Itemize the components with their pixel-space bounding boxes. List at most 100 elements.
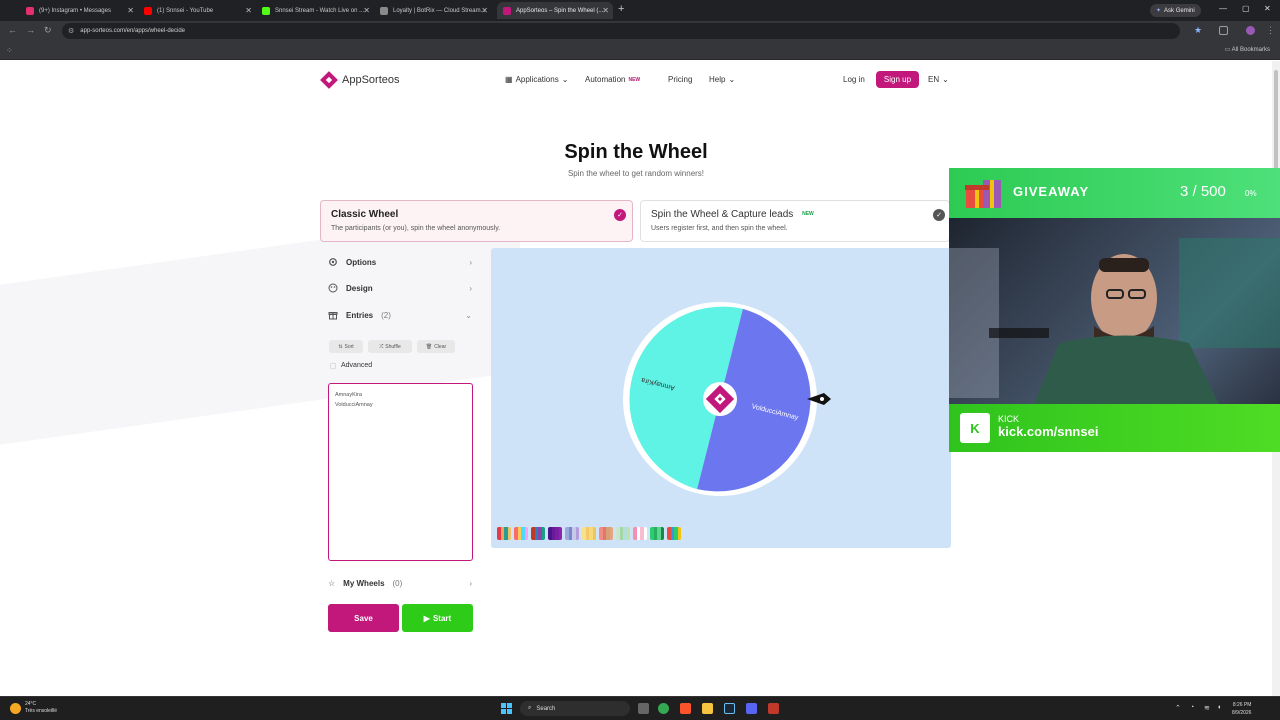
nav-automation[interactable]: Automation NEW (585, 75, 640, 84)
palette-swatch[interactable] (582, 527, 596, 540)
wheel-svg[interactable]: AmnayKira VolducciAmnay (491, 248, 951, 548)
card-title-row: Spin the Wheel & Capture leads NEW (651, 209, 939, 220)
ask-gemini-button[interactable]: ✦ Ask Gemini (1150, 4, 1201, 17)
maximize-icon[interactable]: ▢ (1242, 4, 1250, 13)
giveaway-count: 3 / 500 (1180, 183, 1226, 200)
task-view-icon[interactable] (638, 703, 649, 714)
obs-icon[interactable] (768, 703, 779, 714)
language-label: EN (928, 75, 940, 84)
gear-icon (329, 258, 337, 266)
url-bar[interactable]: ⚙ app-sorteos.com/en/apps/wheel-decide (62, 23, 1180, 39)
close-window-icon[interactable]: ✕ (1264, 4, 1271, 13)
clock[interactable]: 8:26 PM 8/9/2026 (1232, 701, 1251, 717)
signup-button[interactable]: Sign up (876, 71, 919, 88)
new-tab-button[interactable]: + (618, 3, 624, 15)
reload-icon[interactable]: ↻ (44, 25, 52, 36)
swatch-color (541, 527, 545, 540)
browser-tab-botrix[interactable]: Loyalty | BotRix — Cloud Stream... ✕ (374, 2, 492, 19)
tab-label: Loyalty | BotRix — Cloud Stream... (393, 7, 486, 14)
my-wheels-section[interactable]: ☆ My Wheels (0) › (328, 572, 476, 594)
bookmarks-bar: ⁘ ▭ All Bookmarks (0, 41, 1280, 60)
palette-swatch[interactable] (514, 527, 528, 540)
wifi-icon[interactable]: ≋ (1204, 704, 1210, 712)
sort-button[interactable]: ⇅ Sort (329, 340, 363, 353)
classic-wheel-card[interactable]: Classic Wheel The participants (or you),… (320, 200, 633, 242)
tab-label: Snnsei Stream - Watch Live on ... (275, 7, 365, 14)
kick-icon (262, 6, 270, 15)
shuffle-icon: ⤮ (379, 343, 384, 350)
bookmark-star-icon[interactable]: ★ (1194, 25, 1202, 36)
swatch-color (524, 527, 528, 540)
close-tab-icon[interactable]: ✕ (127, 6, 134, 15)
nav-pricing[interactable]: Pricing (668, 75, 692, 84)
taskbar-search[interactable]: ⌕ Search (520, 701, 630, 716)
capture-leads-card[interactable]: Spin the Wheel & Capture leads NEW Users… (640, 200, 950, 242)
card-title: Classic Wheel (331, 209, 399, 220)
brave-icon[interactable] (680, 703, 691, 714)
windows-start-icon[interactable] (501, 703, 512, 714)
nav-help-label: Help (709, 75, 726, 84)
palette-swatch[interactable] (497, 527, 511, 540)
advanced-checkbox[interactable] (330, 362, 336, 369)
options-section[interactable]: Options › (328, 251, 476, 273)
close-tab-icon[interactable]: ✕ (363, 6, 370, 15)
palette-swatch[interactable] (531, 527, 545, 540)
entries-section[interactable]: Entries (2) ⌄ (328, 304, 476, 326)
browser-tab-kick[interactable]: Snnsei Stream - Watch Live on ... ✕ (256, 2, 374, 19)
login-link[interactable]: Log in (843, 75, 865, 84)
advanced-toggle[interactable]: Advanced (330, 362, 372, 369)
swatch-color (575, 527, 579, 540)
minimize-icon[interactable]: — (1219, 4, 1227, 13)
palette-swatch[interactable] (599, 527, 613, 540)
shuffle-button[interactable]: ⤮ Shuffle (368, 340, 412, 353)
steam-icon[interactable] (724, 703, 735, 714)
clear-label: Clear (434, 343, 447, 350)
entries-textarea[interactable]: AmnayKira VolducciAmnay (328, 383, 473, 561)
palette-swatch[interactable] (565, 527, 579, 540)
instagram-icon (26, 6, 34, 15)
apps-grid-icon[interactable]: ⁘ (6, 46, 13, 55)
chrome-icon[interactable] (658, 703, 669, 714)
clear-button[interactable]: 🗑 Clear (417, 340, 455, 353)
all-bookmarks-button[interactable]: ▭ All Bookmarks (1225, 46, 1270, 53)
network-icon[interactable]: ◔ (1190, 704, 1194, 711)
browser-tab-youtube[interactable]: (1) Snnsei - YouTube ✕ (138, 2, 256, 19)
file-explorer-icon[interactable] (702, 703, 713, 714)
palette-swatch[interactable] (633, 527, 647, 540)
tray-chevron-icon[interactable]: ⌃ (1175, 704, 1181, 712)
palette-swatch[interactable] (548, 527, 562, 540)
palette-swatch[interactable] (616, 527, 630, 540)
advanced-label: Advanced (341, 362, 373, 369)
close-tab-icon[interactable]: ✕ (602, 6, 609, 15)
browser-tab-appsorteos[interactable]: AppSorteos – Spin the Wheel (... ✕ (497, 2, 613, 19)
giveaway-percent: 0% (1245, 189, 1257, 198)
extensions-icon[interactable] (1219, 26, 1228, 35)
back-icon[interactable]: ← (8, 25, 17, 35)
ask-gemini-label: Ask Gemini (1164, 7, 1195, 14)
clock-date: 8/9/2026 (1232, 710, 1252, 716)
my-wheels-label: My Wheels (343, 578, 385, 588)
design-section[interactable]: Design › (328, 277, 476, 299)
start-button[interactable]: ▶ Start (402, 604, 473, 632)
close-tab-icon[interactable]: ✕ (481, 6, 488, 15)
nav-applications[interactable]: ▦ Applications ⌄ (505, 75, 568, 84)
palette-swatch[interactable] (650, 527, 664, 540)
palette-swatch[interactable] (667, 527, 681, 540)
star-icon: ☆ (328, 578, 336, 588)
menu-icon[interactable]: ⋮ (1266, 25, 1275, 36)
site-logo[interactable]: AppSorteos (320, 71, 399, 89)
weather-widget[interactable]: 24°C Très ensoleillé (10, 701, 57, 715)
site-info-icon[interactable]: ⚙ (68, 27, 74, 35)
close-tab-icon[interactable]: ✕ (245, 6, 252, 15)
profile-avatar[interactable] (1246, 26, 1255, 35)
nav-help[interactable]: Help ⌄ (709, 75, 735, 84)
forward-icon[interactable]: → (26, 25, 35, 35)
volume-icon[interactable]: ◖ (1217, 704, 1221, 711)
options-label: Options (346, 257, 377, 267)
language-selector[interactable]: EN ⌄ (928, 75, 949, 84)
chevron-down-icon: ⌄ (561, 75, 569, 84)
discord-icon[interactable] (746, 703, 757, 714)
browser-tab-instagram[interactable]: (9+) Instagram • Messages ✕ (20, 2, 138, 19)
save-button[interactable]: Save (328, 604, 399, 632)
wheel-canvas-area[interactable]: AmnayKira VolducciAmnay (491, 248, 951, 548)
